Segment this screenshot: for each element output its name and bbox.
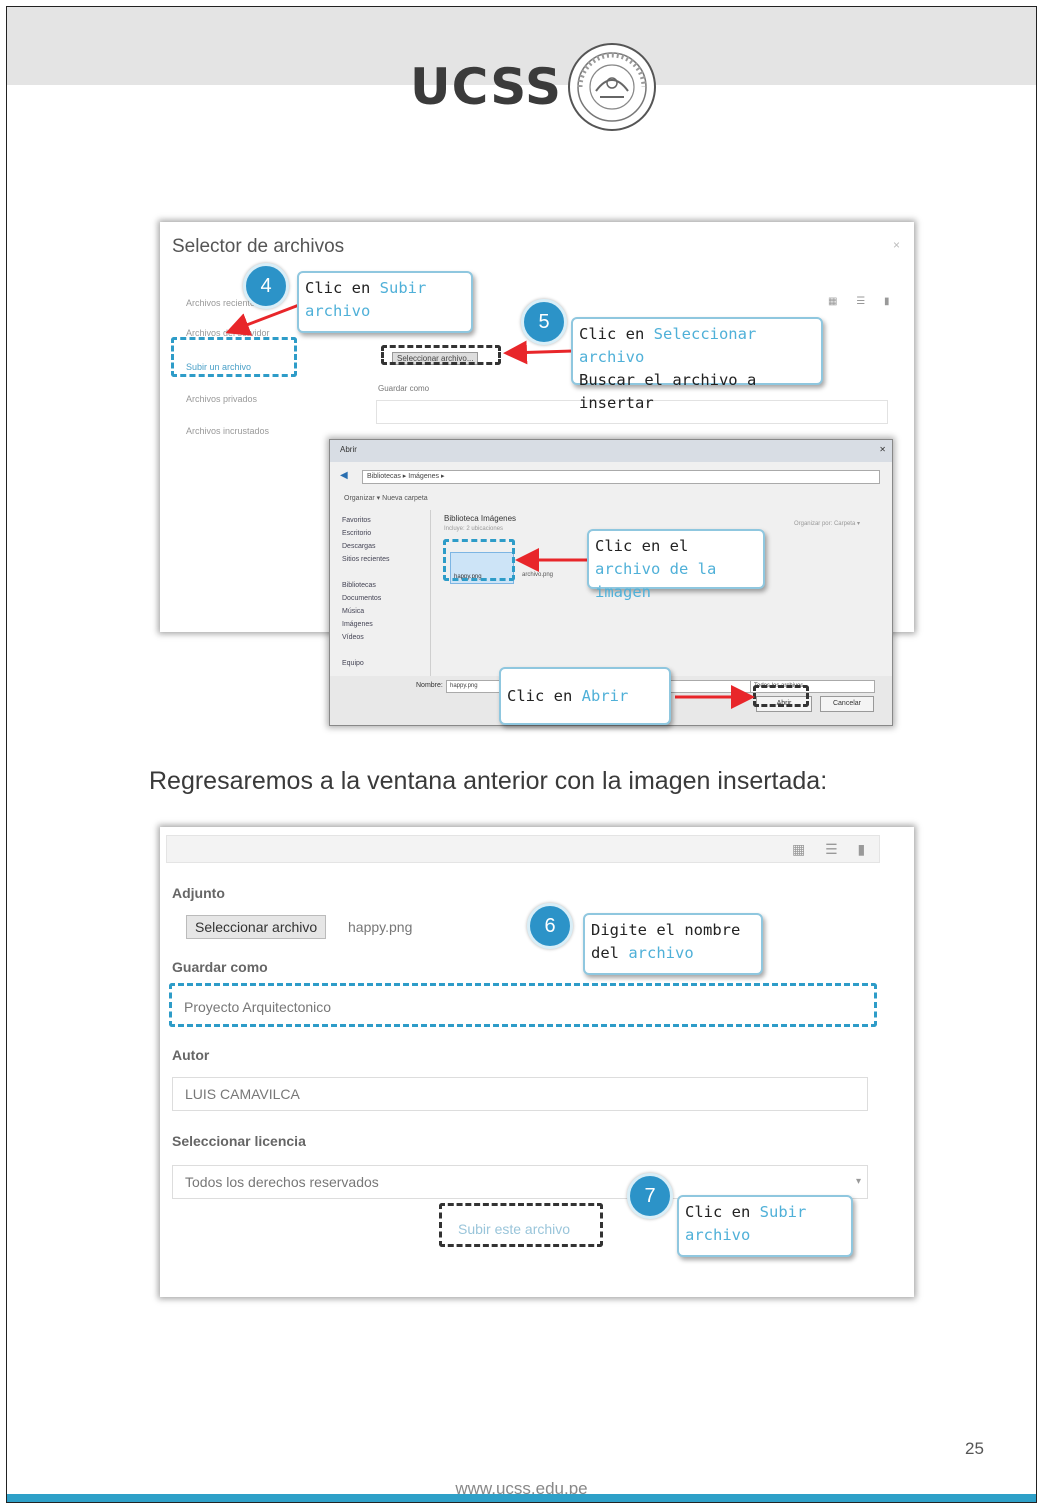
step-badge-5: 5: [521, 299, 567, 345]
nav-item[interactable]: Música: [342, 605, 428, 618]
address-bar[interactable]: Bibliotecas ▸ Imágenes ▸: [362, 470, 880, 484]
nav-item: [342, 644, 428, 657]
ucss-logo: UCSS: [410, 41, 658, 133]
callout-step-7: Clic en Subir archivo: [677, 1195, 853, 1257]
chevron-down-icon: ▾: [855, 1176, 861, 1187]
license-select[interactable]: Todos los derechos reservados ▾: [172, 1165, 868, 1199]
save-as-label: Guardar como: [172, 959, 268, 975]
callout-step-5: Clic en Seleccionar archivo Buscar el ar…: [571, 317, 823, 412]
callout-image-file: Clic en el archivo de la imagen: [587, 529, 765, 601]
callout-highlight: archivo: [628, 944, 694, 962]
university-seal-icon: [568, 43, 656, 131]
callout-highlight: Abrir: [581, 687, 629, 705]
selected-file-name: happy.png: [348, 919, 413, 935]
nav-item[interactable]: Equipo: [342, 657, 428, 670]
nav-item[interactable]: Descargas: [342, 540, 428, 553]
logo-text: UCSS: [410, 58, 562, 116]
document-page: UCSS Selector de archivos × Archivos rec…: [6, 6, 1037, 1503]
view-toggle-icons[interactable]: ▦ ☰ ▮: [792, 841, 873, 858]
license-label: Seleccionar licencia: [172, 1133, 306, 1149]
library-subtitle: Incluye: 2 ubicaciones: [444, 526, 504, 532]
dialog-titlebar: Abrir ✕: [330, 440, 892, 462]
callout-text: Clic en: [579, 325, 654, 343]
step-badge-7: 7: [627, 1173, 673, 1219]
callout-open: Clic en Abrir: [499, 667, 671, 725]
dialog-nav-pane: Favoritos Escritorio Descargas Sitios re…: [342, 514, 428, 674]
step-badge-4: 4: [243, 263, 289, 309]
section-caption: Regresaremos a la ventana anterior con l…: [149, 767, 828, 795]
save-as-highlight: [169, 983, 877, 1027]
dialog-close-icon[interactable]: ✕: [879, 445, 886, 454]
upload-button-highlight: [439, 1203, 603, 1247]
sidebar-item-private[interactable]: Archivos privados: [186, 394, 257, 404]
back-icon[interactable]: ◀: [340, 470, 348, 481]
pane-divider: [430, 510, 431, 680]
footer-accent-bar: [7, 1494, 1036, 1502]
arrange-by[interactable]: Organizar por: Carpeta ▾: [794, 520, 860, 527]
callout-text: Clic en: [305, 279, 380, 297]
callout-text: Clic en el: [595, 537, 689, 555]
select-file-highlight: [381, 345, 501, 365]
upload-file-highlight: [171, 337, 297, 377]
close-icon[interactable]: ×: [893, 238, 900, 252]
open-button-highlight: [753, 685, 809, 707]
library-title: Biblioteca Imágenes: [444, 514, 517, 523]
nav-item[interactable]: Sitios recientes: [342, 553, 428, 566]
nav-item[interactable]: Imágenes: [342, 618, 428, 631]
form-toolbar: [166, 835, 880, 863]
nav-item[interactable]: Escritorio: [342, 527, 428, 540]
dialog-title: Abrir: [340, 445, 357, 454]
nav-item[interactable]: Bibliotecas: [342, 579, 428, 592]
dialog-toolbar[interactable]: Organizar ▾ Nueva carpeta: [344, 494, 428, 502]
attachment-label: Adjunto: [172, 885, 225, 901]
callout-text: Clic en: [685, 1203, 760, 1221]
select-file-button[interactable]: Seleccionar archivo: [186, 915, 327, 939]
nav-item: [342, 566, 428, 579]
sidebar-item-embedded[interactable]: Archivos incrustados: [186, 426, 269, 436]
author-input[interactable]: LUIS CAMAVILCA: [172, 1077, 868, 1111]
cancel-button[interactable]: Cancelar: [820, 696, 874, 712]
image-file-highlight: [443, 539, 515, 581]
filename-label: Nombre:: [416, 682, 443, 689]
page-number: 25: [965, 1439, 984, 1458]
file-picker-title: Selector de archivos: [172, 236, 345, 257]
view-toggle-icons[interactable]: ▦ ☰ ▮: [828, 296, 897, 307]
callout-text: Clic en: [507, 687, 582, 705]
nav-item[interactable]: Vídeos: [342, 631, 428, 644]
license-value: Todos los derechos reservados: [185, 1174, 379, 1190]
save-as-label: Guardar como: [378, 384, 430, 393]
other-file-name[interactable]: archivo.png: [522, 572, 553, 578]
callout-step-4: Clic en Subir archivo: [297, 271, 473, 333]
author-label: Autor: [172, 1047, 210, 1063]
nav-item[interactable]: Documentos: [342, 592, 428, 605]
nav-item[interactable]: Favoritos: [342, 514, 428, 527]
step-badge-6: 6: [527, 903, 573, 949]
callout-step-6: Digite el nombre del archivo: [583, 913, 763, 975]
